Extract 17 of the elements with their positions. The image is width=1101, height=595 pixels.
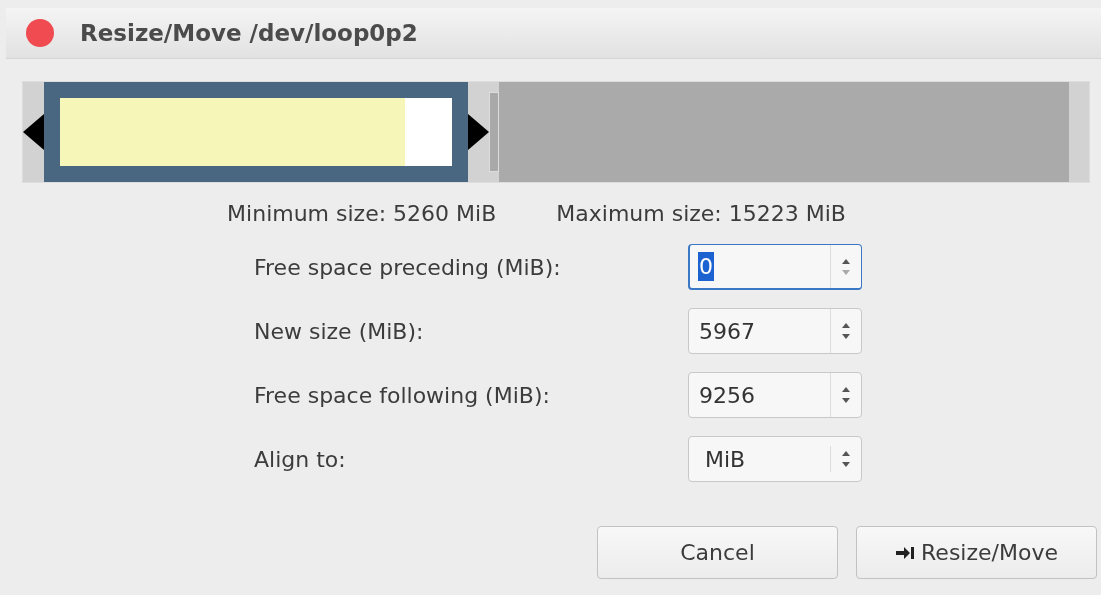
maximum-size-text: Maximum size: 15223 MiB xyxy=(556,201,846,226)
field-label: Free space following (MiB): xyxy=(254,382,551,408)
spin-field[interactable]: 5967 xyxy=(688,308,862,354)
spin-field[interactable]: 9256 xyxy=(688,372,862,418)
partition-bar[interactable] xyxy=(22,81,1090,183)
close-button[interactable] xyxy=(26,19,54,47)
field-label: Align to: xyxy=(254,446,347,472)
spin-field[interactable]: 0 xyxy=(688,244,862,290)
minimum-size-text: Minimum size: 5260 MiB xyxy=(227,201,497,226)
field-label: New size (MiB): xyxy=(254,318,425,344)
align-combo-box[interactable]: MiB xyxy=(688,436,862,482)
field-label: Free space preceding (MiB): xyxy=(254,254,562,280)
cancel-button[interactable]: Cancel xyxy=(597,526,838,579)
resize-move-button[interactable]: Resize/Move xyxy=(856,526,1097,579)
window-title: Resize/Move /dev/loop0p2 xyxy=(80,20,418,46)
arrow-to-bar-icon xyxy=(895,545,916,560)
partition-block[interactable] xyxy=(44,82,468,182)
